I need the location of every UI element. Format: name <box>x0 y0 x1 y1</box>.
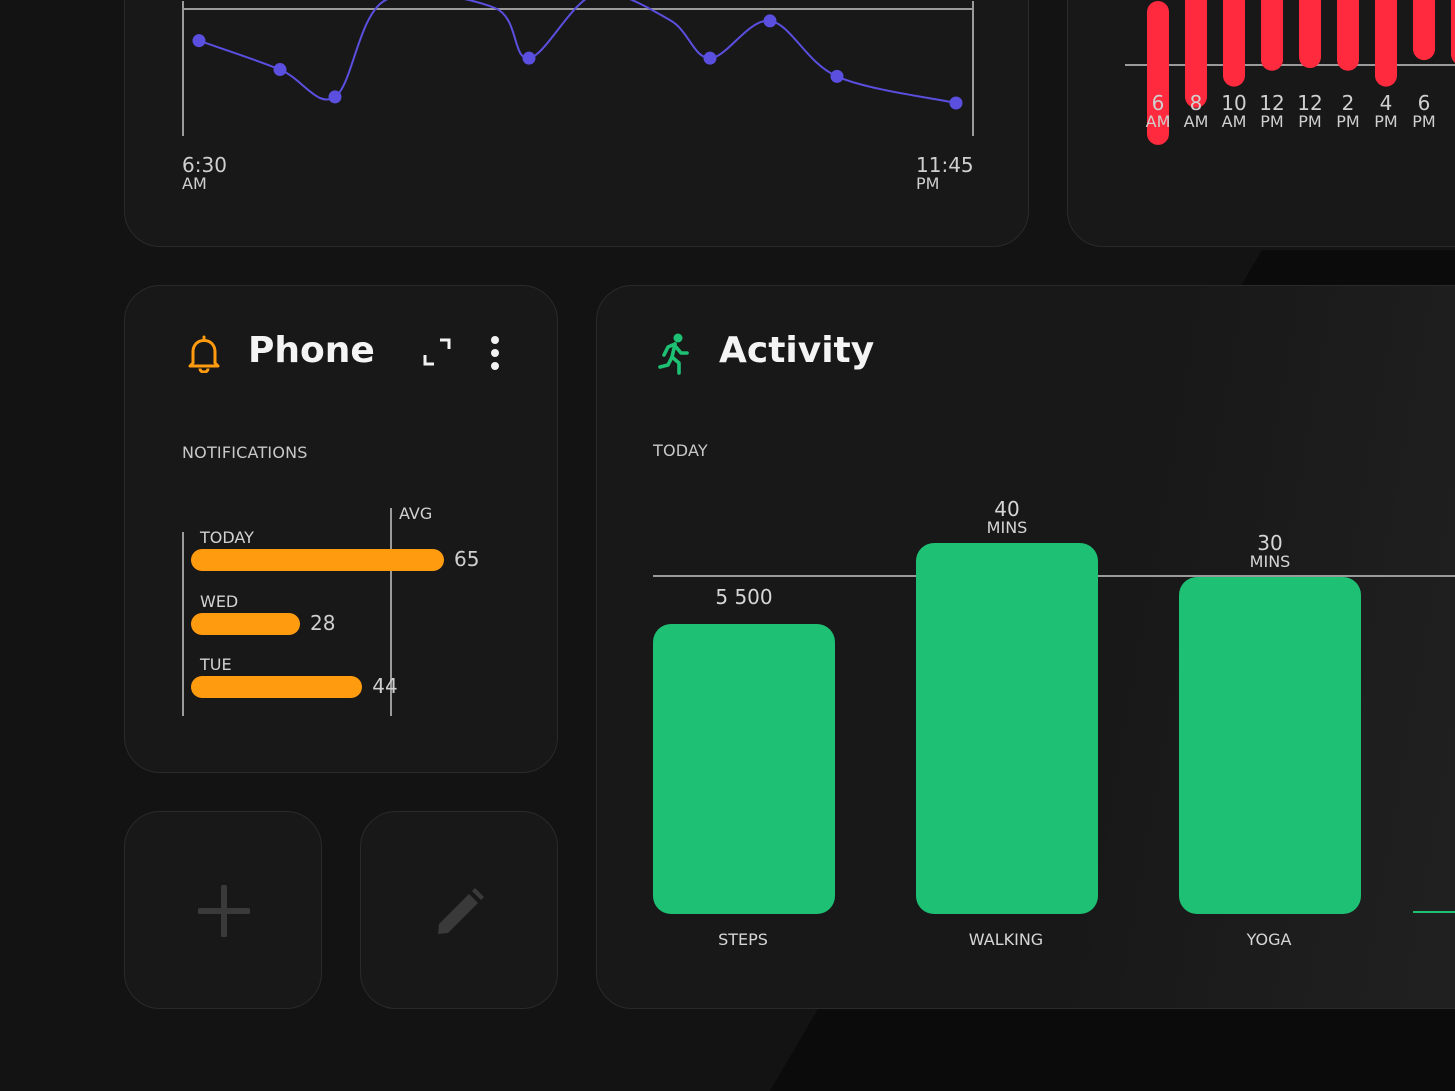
sleep-data-point <box>522 51 536 65</box>
heart-rate-card: 6AM8AM10AM12PM12PM2PM4PM6PM P <box>1067 0 1455 247</box>
heart-x-tick-period: PM <box>1374 112 1398 131</box>
activity-bar <box>1179 577 1361 914</box>
heart-x-tick-value: 10 <box>1221 91 1247 115</box>
heart-x-tick: 6 AM <box>1138 93 1178 130</box>
activity-category-label: WALKING <box>968 930 1044 949</box>
phone-card: Phone NOTIFICATIONS AVG TODAY 65 WED 28 TUE 4… <box>124 285 558 773</box>
activity-value-unit: MINS <box>1249 552 1291 571</box>
heart-x-tick-period: AM <box>1221 112 1247 131</box>
sleep-data-point <box>192 34 206 48</box>
edit-widgets-button[interactable] <box>360 811 558 1009</box>
activity-card: Activity TODAY 5 500 STEPS 40 MINS WALKING 30… <box>596 285 1455 1009</box>
pencil-icon <box>436 888 484 940</box>
heart-x-tick-period: P <box>1442 113 1455 130</box>
sleep-data-point <box>328 90 342 104</box>
sleep-data-point <box>273 63 287 77</box>
heart-x-tick: 4 PM <box>1366 93 1406 130</box>
notif-category-label: WED <box>200 592 239 611</box>
running-icon <box>657 333 691 379</box>
heart-x-tick-period: AM <box>1145 112 1171 131</box>
activity-value-number: 5 500 <box>715 585 773 610</box>
heart-x-tick: 10 AM <box>1214 93 1254 130</box>
activity-category-label: YOGA <box>1246 930 1292 949</box>
heart-x-tick-period: PM <box>1260 112 1284 131</box>
plus-icon <box>197 884 251 941</box>
notif-bar <box>191 676 363 698</box>
activity-bar-value: 30 MINS <box>1179 533 1361 570</box>
notif-left-axis <box>182 532 184 716</box>
sleep-data-point <box>763 14 777 28</box>
heart-x-tick-value: 4 <box>1379 91 1393 115</box>
heart-x-tick-period: PM <box>1298 112 1322 131</box>
heart-x-tick-period: PM <box>1336 112 1360 131</box>
heart-x-tick: 8 AM <box>1176 93 1216 130</box>
heart-x-tick-value: 12 <box>1259 91 1285 115</box>
bell-icon <box>187 335 221 377</box>
notif-category-label: TODAY <box>200 528 254 547</box>
heart-x-tick: P <box>1442 93 1455 130</box>
notifications-label: NOTIFICATIONS <box>182 443 308 462</box>
phone-card-title: Phone <box>248 330 375 371</box>
heart-x-tick: 2 PM <box>1328 93 1368 130</box>
expand-icon[interactable] <box>423 338 451 370</box>
heart-x-tick-value: 6 <box>1151 91 1165 115</box>
activity-value-number: 40 <box>994 497 1020 522</box>
notif-bar <box>191 549 444 571</box>
sleep-card: 6:30 AM 11:45 PM <box>124 0 1029 247</box>
heart-x-tick-value: 6 <box>1417 91 1431 115</box>
activity-card-title: Activity <box>719 330 875 371</box>
activity-bar-value: 40 MINS <box>916 499 1098 536</box>
activity-partial-bar <box>1413 911 1455 913</box>
notif-bar <box>191 613 300 635</box>
heart-x-tick: 12 PM <box>1290 93 1330 130</box>
notif-value: 44 <box>372 674 398 698</box>
notif-category-label: TUE <box>200 655 232 674</box>
heart-x-tick-value: 2 <box>1341 91 1355 115</box>
heart-x-tick: 6 PM <box>1404 93 1444 130</box>
heart-x-tick-value: 12 <box>1297 91 1323 115</box>
heart-x-tick: 12 PM <box>1252 93 1292 130</box>
heart-x-tick-period: AM <box>1183 112 1209 131</box>
activity-bar <box>653 624 835 914</box>
activity-category-label: STEPS <box>718 930 768 949</box>
more-vertical-icon[interactable] <box>489 336 501 374</box>
x-tick-end: 11:45 PM <box>916 153 974 193</box>
activity-value-unit: MINS <box>986 518 1028 538</box>
sleep-data-point <box>949 96 963 110</box>
add-widget-button[interactable] <box>124 811 322 1009</box>
sleep-data-point <box>703 51 717 65</box>
x-tick-start: 6:30 AM <box>182 153 227 193</box>
notif-value: 65 <box>454 547 480 571</box>
activity-value-number: 30 <box>1257 531 1283 555</box>
heart-x-tick-value <box>1442 93 1455 113</box>
activity-bar <box>916 543 1098 914</box>
today-label: TODAY <box>653 441 708 460</box>
activity-bar-value: 5 500 <box>653 587 835 607</box>
sleep-line-chart <box>182 0 974 136</box>
sleep-line <box>198 0 957 104</box>
notif-value: 28 <box>309 611 336 635</box>
sleep-data-point <box>830 69 844 83</box>
avg-label: AVG <box>399 504 433 523</box>
heart-x-tick-value: 8 <box>1189 91 1203 115</box>
heart-x-tick-period: PM <box>1412 112 1436 131</box>
